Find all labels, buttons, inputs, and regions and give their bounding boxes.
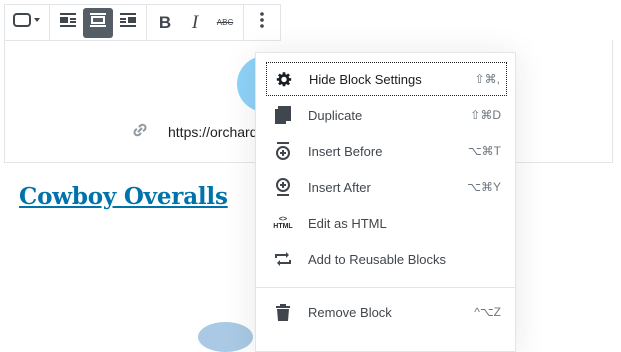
trash-icon: [273, 302, 293, 322]
menu-item-edit-as-html[interactable]: <> HTML Edit as HTML: [266, 206, 507, 240]
menu-item-shortcut: ⇧⌘D: [470, 108, 501, 122]
toolbar-group-format: B I ABC: [147, 5, 244, 40]
menu-item-label: Remove Block: [308, 304, 392, 320]
menu-item-label: Duplicate: [308, 107, 363, 123]
bold-button[interactable]: B: [150, 8, 180, 38]
link-url[interactable]: https://orchard: [168, 124, 258, 140]
strikethrough-button[interactable]: ABC: [210, 8, 240, 38]
align-left-button[interactable]: [53, 8, 83, 38]
block-toolbar: B I ABC: [4, 4, 281, 41]
menu-item-shortcut: ⇧⌘,: [474, 72, 500, 86]
align-right-icon: [120, 13, 136, 32]
rectangle-dropdown-icon: [12, 12, 42, 33]
block-style-button[interactable]: [8, 8, 46, 38]
menu-item-shortcut: ^⌥Z: [474, 305, 501, 319]
menu-item-shortcut: ⌥⌘T: [467, 144, 501, 158]
menu-item-label: Edit as HTML: [308, 215, 387, 231]
link-row: https://orchard: [130, 121, 258, 143]
menu-item-duplicate[interactable]: Duplicate ⇧⌘D: [266, 98, 507, 132]
partial-image: [198, 322, 253, 352]
menu-item-label: Add to Reusable Blocks: [308, 251, 447, 267]
html-icon: <> HTML: [273, 216, 293, 230]
block-settings-menu: Hide Block Settings ⇧⌘, Duplicate ⇧⌘D In…: [255, 52, 516, 352]
link-icon: [130, 120, 150, 145]
menu-item-label: Insert After: [308, 179, 371, 195]
reusable-block-icon: [273, 249, 293, 269]
align-center-icon: [90, 13, 106, 32]
menu-item-shortcut: ⌥⌘Y: [467, 180, 501, 194]
more-options-button[interactable]: [247, 8, 277, 38]
menu-item-remove-block[interactable]: Remove Block ^⌥Z: [266, 295, 507, 329]
menu-divider: [256, 287, 515, 288]
align-center-button[interactable]: [83, 7, 113, 38]
menu-item-insert-before[interactable]: Insert Before ⌥⌘T: [266, 134, 507, 168]
vertical-ellipsis-icon: [260, 12, 264, 33]
menu-item-add-to-reusable-blocks[interactable]: Add to Reusable Blocks: [266, 242, 507, 276]
product-heading-link[interactable]: Cowboy Overalls: [19, 183, 228, 210]
gear-icon: [274, 69, 294, 89]
toolbar-group-block: [5, 5, 50, 40]
menu-item-insert-after[interactable]: Insert After ⌥⌘Y: [266, 170, 507, 204]
toolbar-group-align: [50, 5, 147, 40]
align-left-icon: [60, 13, 76, 32]
italic-button[interactable]: I: [180, 8, 210, 38]
insert-before-icon: [273, 141, 293, 161]
menu-item-label: Insert Before: [308, 143, 383, 159]
menu-item-hide-block-settings[interactable]: Hide Block Settings ⇧⌘,: [266, 62, 507, 96]
html-icon-text: HTML: [273, 223, 293, 230]
duplicate-icon: [273, 105, 293, 125]
toolbar-group-more: [244, 5, 280, 40]
menu-item-label: Hide Block Settings: [309, 71, 422, 87]
insert-after-icon: [273, 177, 293, 197]
align-right-button[interactable]: [113, 8, 143, 38]
